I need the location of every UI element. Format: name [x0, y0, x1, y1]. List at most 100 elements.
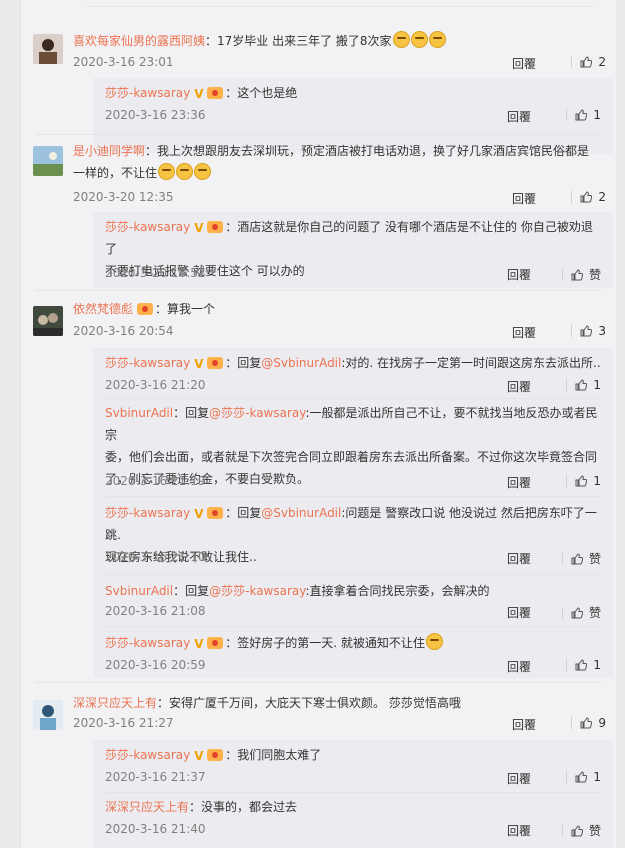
like-button[interactable]: 赞: [543, 266, 601, 283]
divider: [561, 269, 563, 281]
comment-section: 喜欢每家仙男的露西阿姨：17岁毕业 出来三年了 搬了8次家 2020-3-16 …: [20, 0, 616, 848]
like-count: 1: [593, 108, 601, 122]
reply-author[interactable]: 莎莎-kawsaray: [105, 748, 190, 762]
reply-button[interactable]: 回覆: [507, 550, 531, 567]
avatar[interactable]: [33, 306, 63, 336]
verified-icon: V: [194, 221, 204, 235]
reply-author[interactable]: 莎莎-kawsaray: [105, 356, 190, 370]
like-button[interactable]: 1: [543, 770, 601, 784]
reply-button[interactable]: 回覆: [512, 55, 536, 72]
comment-text: 深深只应天上有：安得广厦千万间，大庇天下寒士俱欢颜。 莎莎觉悟高哦: [73, 696, 461, 710]
reply-button[interactable]: 回覆: [507, 770, 531, 787]
divider: [571, 56, 573, 68]
like-count: 2: [598, 190, 606, 204]
reply-button[interactable]: 回覆: [507, 108, 531, 125]
reply-author[interactable]: SvbinurAdil: [105, 584, 173, 598]
thread-divider: [35, 290, 602, 291]
reply-author[interactable]: 深深只应天上有: [105, 800, 189, 814]
like-button[interactable]: 9: [548, 716, 606, 730]
reply-button[interactable]: 回覆: [512, 324, 536, 341]
divider: [561, 607, 563, 619]
thread-divider: [35, 682, 602, 683]
reply-button[interactable]: 回覆: [507, 658, 531, 675]
avatar[interactable]: [33, 700, 63, 730]
reply-button[interactable]: 回覆: [507, 822, 531, 839]
reply-author[interactable]: 莎莎-kawsaray: [105, 220, 190, 234]
reply-author[interactable]: 莎莎-kawsaray: [105, 636, 190, 650]
like-count: 1: [593, 378, 601, 392]
divider: [566, 771, 568, 783]
like-button[interactable]: 1: [543, 658, 601, 672]
mention-link[interactable]: @莎莎-kawsaray: [209, 584, 305, 598]
member-badge-icon: [207, 637, 224, 649]
like-button[interactable]: 1: [543, 108, 601, 122]
reply-meta: 2020-3-16 21:08 回覆 赞: [105, 604, 601, 622]
thumbs-up-icon: [575, 475, 588, 487]
reply-meta: 2020-3-16 23:36 回覆 1: [105, 108, 601, 126]
reply-text: SvbinurAdil：回复@莎莎-kawsaray:直接拿着合同找民宗委，会解…: [105, 584, 490, 598]
mention-link[interactable]: @SvbinurAdil: [261, 506, 341, 520]
like-button[interactable]: 1: [543, 474, 601, 488]
member-badge-icon: [207, 87, 224, 99]
reply-text: 莎莎-kawsaray V ：签好房子的第一天. 就被通知不让住: [105, 632, 601, 654]
like-button[interactable]: 赞: [543, 822, 601, 839]
like-button[interactable]: 赞: [543, 604, 601, 621]
reply-time: 2020-3-16 21:40: [105, 822, 206, 836]
thumbs-up-icon: [580, 717, 593, 729]
reply-time: 2020-3-16 21:20: [105, 378, 206, 392]
like-button[interactable]: 3: [548, 324, 606, 338]
comment-time: 2020-3-16 23:01: [73, 55, 174, 69]
comment-meta: 2020-3-16 20:54 回覆 3: [73, 324, 606, 342]
divider: [566, 109, 568, 121]
like-count: 9: [598, 716, 606, 730]
reply-meta: 2020-3-16 21:10 回覆 赞: [105, 550, 601, 568]
reply-time: 2020-3-16 21:37: [105, 770, 206, 784]
comment-author[interactable]: 依然梵德彪: [73, 302, 133, 316]
comment-author[interactable]: 喜欢每家仙男的露西阿姨: [73, 34, 205, 48]
reply-divider: [105, 792, 601, 793]
like-count: 2: [598, 55, 606, 69]
comment-author[interactable]: 深深只应天上有: [73, 696, 157, 710]
reply-meta: 2020-3-16 20:59 回覆 1: [105, 658, 601, 676]
reply-author[interactable]: SvbinurAdil: [105, 406, 173, 420]
like-button[interactable]: 2: [548, 55, 606, 69]
thumbs-up-icon: [571, 607, 583, 619]
reply-button[interactable]: 回覆: [507, 378, 531, 395]
reply-author[interactable]: 莎莎-kawsaray: [105, 506, 190, 520]
member-badge-icon: [207, 357, 224, 369]
reply-button[interactable]: 回覆: [507, 604, 531, 621]
reply-divider: [105, 398, 601, 399]
reply-author[interactable]: 莎莎-kawsaray: [105, 86, 190, 100]
reply-button[interactable]: 回覆: [507, 474, 531, 491]
avatar[interactable]: [33, 34, 63, 64]
like-button[interactable]: 1: [543, 378, 601, 392]
thumbs-up-icon: [575, 771, 588, 783]
reply-divider: [105, 496, 601, 497]
divider: [571, 717, 573, 729]
verified-icon: V: [194, 507, 204, 521]
clipped-previous-comment: [85, 0, 595, 7]
smile-emoji-icon: [425, 633, 443, 650]
comment-time: 2020-3-20 12:35: [73, 190, 174, 204]
reply-text: 莎莎-kawsaray V ：回复@SvbinurAdil:对的. 在找房子一定第一…: [105, 356, 601, 371]
comment-meta: 2020-3-16 21:27 回覆 9: [73, 716, 606, 734]
reply-meta: 2020-3-16 21:37 回覆 1: [105, 770, 601, 788]
mention-link[interactable]: @SvbinurAdil: [261, 356, 341, 370]
mention-link[interactable]: @莎莎-kawsaray: [209, 406, 305, 420]
reply-button[interactable]: 回覆: [512, 190, 536, 207]
comment-author[interactable]: 是小迪同学啊: [73, 144, 145, 158]
like-button[interactable]: 2: [548, 190, 606, 204]
crying-emoji-icon: [158, 163, 176, 180]
comment-time: 2020-3-16 21:27: [73, 716, 174, 730]
thumbs-up-icon: [571, 825, 583, 837]
comment-text: 喜欢每家仙男的露西阿姨：17岁毕业 出来三年了 搬了8次家: [73, 30, 608, 52]
reply-button[interactable]: 回覆: [512, 716, 536, 733]
reply-text: 莎莎-kawsaray V ：我们同胞太难了: [105, 748, 322, 763]
reply-text: 莎莎-kawsaray V ：这个也是绝: [105, 86, 298, 101]
like-button[interactable]: 赞: [543, 550, 601, 567]
comment-meta: 2020-3-16 23:01 回覆 2: [73, 55, 606, 73]
avatar[interactable]: [33, 146, 63, 176]
like-count: 1: [593, 474, 601, 488]
reply-button[interactable]: 回覆: [507, 266, 531, 283]
divider: [566, 475, 568, 487]
